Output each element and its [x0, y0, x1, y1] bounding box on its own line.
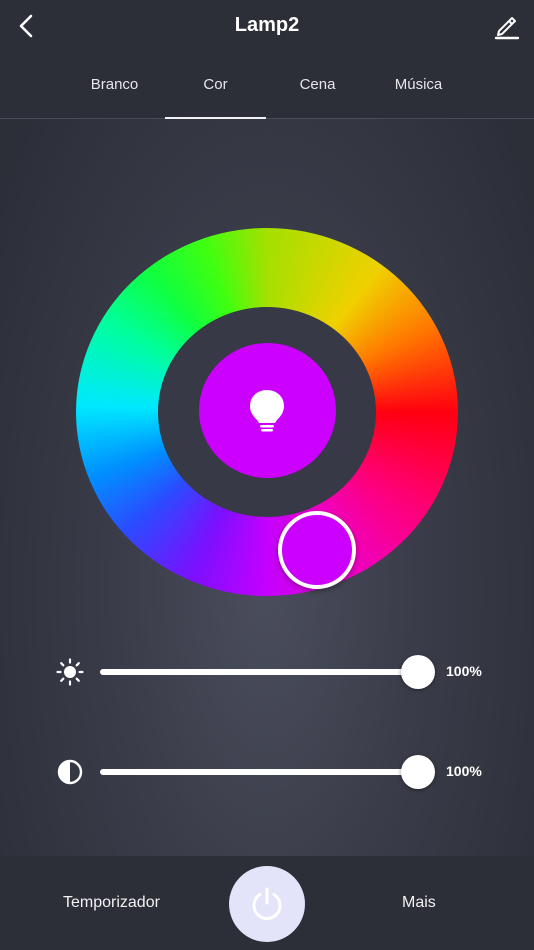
- page-title: Lamp2: [234, 14, 300, 36]
- color-picker-handle[interactable]: [278, 511, 356, 589]
- contrast-slider-thumb[interactable]: [401, 755, 435, 789]
- more-button[interactable]: Mais: [402, 894, 436, 912]
- power-button[interactable]: [229, 866, 305, 942]
- pencil-icon: [494, 17, 520, 40]
- edit-button[interactable]: [492, 10, 522, 40]
- timer-button[interactable]: Temporizador: [63, 894, 160, 912]
- lightbulb-icon: [250, 390, 284, 432]
- contrast-slider[interactable]: [100, 755, 435, 789]
- tab-branco[interactable]: Branco: [64, 52, 165, 118]
- brightness-slider-row: 100%: [0, 650, 534, 694]
- contrast-value: 100%: [446, 763, 482, 779]
- contrast-slider-fill: [100, 769, 418, 775]
- sun-icon: [56, 658, 84, 686]
- power-icon: [252, 887, 282, 920]
- brightness-slider[interactable]: [100, 655, 435, 689]
- brightness-slider-thumb[interactable]: [401, 655, 435, 689]
- mode-tabs: Branco Cor Cena Música: [0, 52, 534, 119]
- selected-color-preview[interactable]: [199, 343, 336, 478]
- brightness-slider-fill: [100, 669, 418, 675]
- top-bar: Lamp2: [0, 0, 534, 52]
- contrast-slider-row: 100%: [0, 750, 534, 794]
- contrast-icon: [57, 759, 83, 785]
- brightness-value: 100%: [446, 663, 482, 679]
- tab-musica[interactable]: Música: [368, 52, 469, 118]
- tab-cor[interactable]: Cor: [165, 52, 266, 119]
- tab-cena[interactable]: Cena: [267, 52, 368, 118]
